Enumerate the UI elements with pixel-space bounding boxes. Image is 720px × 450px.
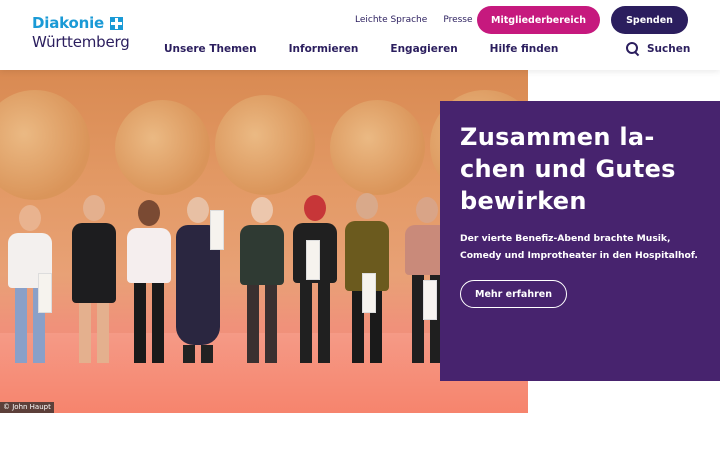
members-area-button[interactable]: Mitgliederbereich [477, 6, 600, 34]
backdrop-disc [330, 100, 425, 195]
gift-bag [210, 210, 224, 250]
gift-bag [38, 273, 52, 313]
gift-bag [423, 280, 437, 320]
site-header: Diakonie Württemberg Leichte Sprache Pre… [0, 0, 720, 70]
main-nav: Unsere Themen Informieren Engagieren Hil… [164, 43, 590, 55]
person-figure [72, 195, 116, 363]
search-label: Suchen [647, 42, 691, 55]
search-button[interactable]: Suchen [626, 42, 690, 55]
nav-engagieren[interactable]: Engagieren [390, 43, 457, 55]
cross-icon [110, 16, 123, 30]
gift-bag [306, 240, 320, 280]
hero-title: Zusammen la-chen und Gutes bewirken [460, 123, 676, 215]
more-info-button[interactable]: Mehr erfahren [460, 280, 567, 308]
hero-text: Der vierte Benefiz-Abend brachte Musik, … [460, 233, 698, 261]
logo-line1: Diakonie [32, 14, 104, 32]
backdrop-disc [115, 100, 210, 195]
person-figure [240, 197, 284, 363]
search-icon [626, 42, 639, 55]
hero-teaser-panel: Zusammen la-chen und Gutes bewirken Der … [440, 101, 720, 381]
logo-line2: Württemberg [32, 33, 130, 51]
link-presse[interactable]: Presse [443, 15, 472, 26]
link-leichte-sprache[interactable]: Leichte Sprache [355, 15, 427, 26]
gift-bag [362, 273, 376, 313]
nav-informieren[interactable]: Informieren [289, 43, 359, 55]
diakonie-logo[interactable]: Diakonie Württemberg [32, 14, 142, 51]
photo-credit: © John Haupt [0, 402, 54, 413]
backdrop-disc [0, 90, 90, 200]
backdrop-disc [215, 95, 315, 195]
nav-hilfe-finden[interactable]: Hilfe finden [490, 43, 559, 55]
donate-button[interactable]: Spenden [611, 6, 688, 34]
utility-nav: Leichte Sprache Presse [355, 15, 473, 26]
person-figure [127, 200, 171, 363]
nav-unsere-themen[interactable]: Unsere Themen [164, 43, 257, 55]
